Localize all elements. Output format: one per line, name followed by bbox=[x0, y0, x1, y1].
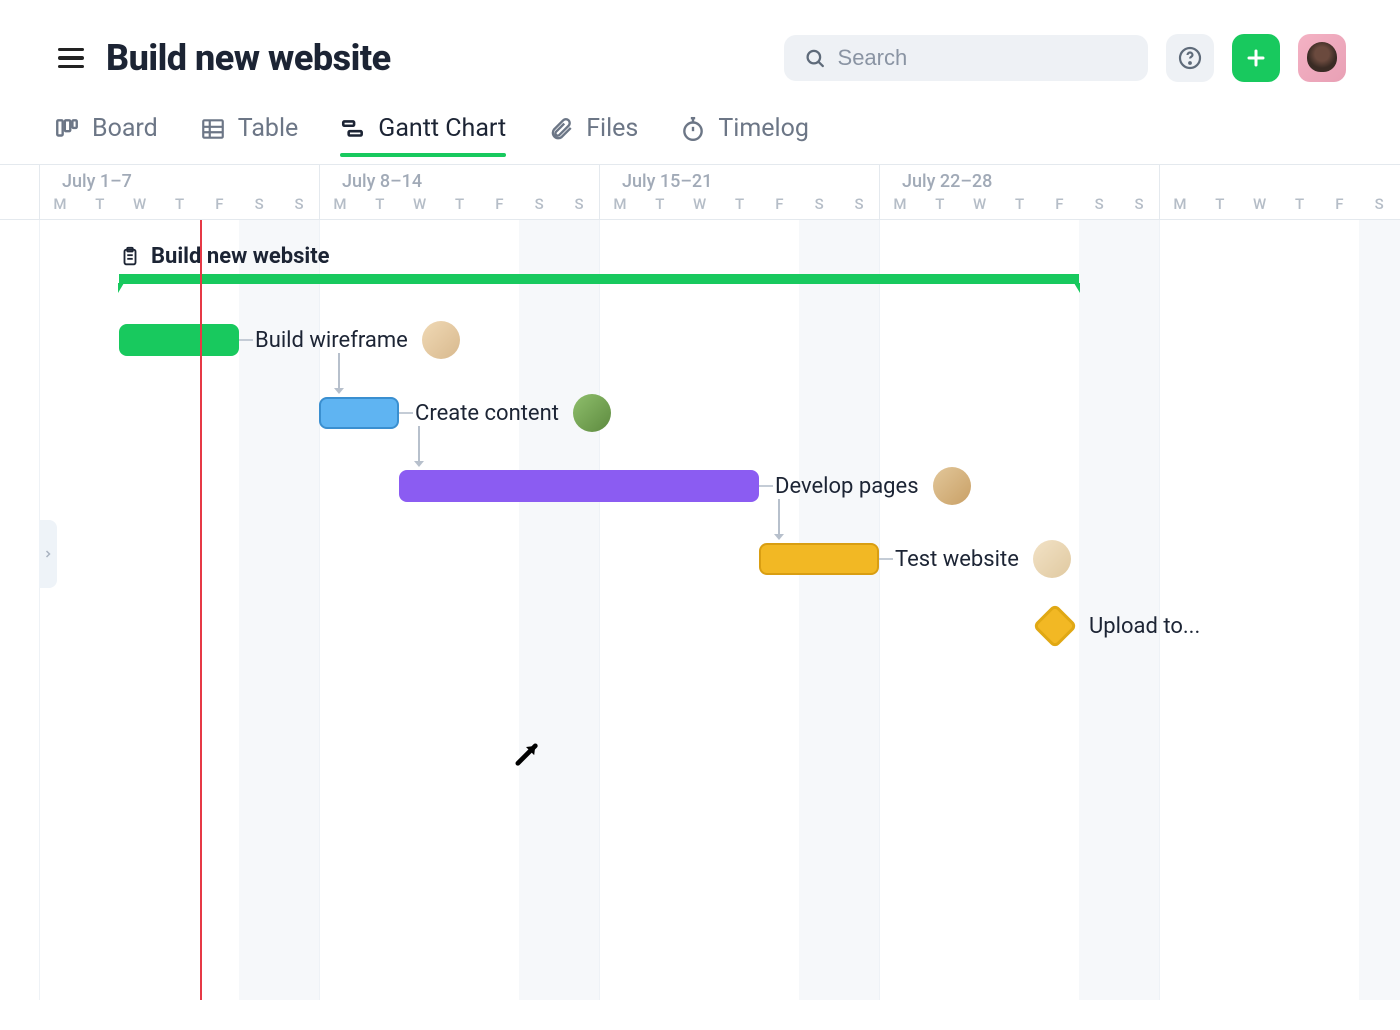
tab-timelog[interactable]: Timelog bbox=[680, 114, 809, 155]
day-label: S bbox=[839, 195, 879, 213]
dependency-arrow bbox=[413, 426, 425, 467]
day-label: W bbox=[400, 195, 440, 213]
tab-label: Table bbox=[238, 114, 299, 143]
day-label: S bbox=[1359, 195, 1399, 213]
day-label: T bbox=[160, 195, 200, 213]
table-icon bbox=[200, 116, 226, 142]
help-button[interactable] bbox=[1166, 34, 1214, 82]
week-label: July 22–28 bbox=[902, 171, 992, 192]
day-label: M bbox=[320, 195, 360, 213]
clipboard-icon bbox=[119, 246, 141, 268]
milestone-upload[interactable]: Upload to... bbox=[1039, 610, 1200, 642]
task-wireframe[interactable]: Build wireframe bbox=[119, 321, 460, 359]
search-box[interactable] bbox=[784, 35, 1148, 81]
day-label: W bbox=[120, 195, 160, 213]
gantt-body[interactable]: Build new website Build wireframe Create c… bbox=[0, 220, 1400, 1000]
day-label: T bbox=[440, 195, 480, 213]
page-title: Build new website bbox=[106, 37, 391, 79]
chevron-right-icon bbox=[42, 548, 54, 560]
day-label: T bbox=[1200, 195, 1240, 213]
dependency-arrow bbox=[773, 499, 785, 540]
week-label: July 15–21 bbox=[622, 171, 712, 192]
task-develop[interactable]: Develop pages bbox=[399, 467, 971, 505]
day-label: T bbox=[360, 195, 400, 213]
day-label: M bbox=[1160, 195, 1200, 213]
milestone-label: Upload to... bbox=[1089, 614, 1200, 639]
assignee-avatar[interactable] bbox=[573, 394, 611, 432]
tab-label: Board bbox=[92, 114, 158, 143]
paperclip-icon bbox=[548, 116, 574, 142]
day-label: F bbox=[759, 195, 799, 213]
assignee-avatar[interactable] bbox=[1033, 540, 1071, 578]
day-label: M bbox=[880, 195, 920, 213]
tab-files[interactable]: Files bbox=[548, 114, 638, 155]
task-label: Build wireframe bbox=[255, 328, 408, 353]
expand-sidebar-button[interactable] bbox=[39, 520, 57, 588]
help-icon bbox=[1178, 46, 1202, 70]
day-label: S bbox=[239, 195, 279, 213]
day-label: S bbox=[279, 195, 319, 213]
assignee-avatar[interactable] bbox=[933, 467, 971, 505]
header-right bbox=[784, 34, 1346, 82]
day-label: S bbox=[799, 195, 839, 213]
add-button[interactable] bbox=[1232, 34, 1280, 82]
search-input[interactable] bbox=[838, 45, 1128, 71]
cursor-icon bbox=[512, 740, 540, 768]
day-label: T bbox=[80, 195, 120, 213]
timeline-header: July 1–7MTWTFSSJuly 8–14MTWTFSSJuly 15–2… bbox=[0, 164, 1400, 220]
today-indicator bbox=[200, 220, 202, 1000]
day-label: F bbox=[1319, 195, 1359, 213]
task-label: Test website bbox=[895, 547, 1019, 572]
day-label: T bbox=[920, 195, 960, 213]
day-label: S bbox=[519, 195, 559, 213]
day-label: T bbox=[640, 195, 680, 213]
tabs: Board Table Gantt Chart Files Timelog bbox=[0, 82, 1400, 156]
tab-table[interactable]: Table bbox=[200, 114, 299, 155]
task-bar[interactable] bbox=[759, 543, 879, 575]
gantt-icon bbox=[340, 116, 366, 142]
day-label: T bbox=[1000, 195, 1040, 213]
milestone-diamond[interactable] bbox=[1032, 603, 1077, 648]
day-label: F bbox=[1039, 195, 1079, 213]
day-label: F bbox=[479, 195, 519, 213]
project-name: Build new website bbox=[151, 244, 330, 269]
day-label: T bbox=[1280, 195, 1320, 213]
board-icon bbox=[54, 116, 80, 142]
dependency-arrow bbox=[333, 353, 345, 394]
day-label: T bbox=[720, 195, 760, 213]
task-content[interactable]: Create content bbox=[319, 394, 611, 432]
day-label: W bbox=[960, 195, 1000, 213]
task-bar[interactable] bbox=[399, 470, 759, 502]
header: Build new website bbox=[0, 0, 1400, 82]
user-avatar[interactable] bbox=[1298, 34, 1346, 82]
task-label: Create content bbox=[415, 401, 559, 426]
tab-label: Files bbox=[586, 114, 638, 143]
stopwatch-icon bbox=[680, 116, 706, 142]
week-label: July 8–14 bbox=[342, 171, 422, 192]
day-label: S bbox=[1079, 195, 1119, 213]
day-label: M bbox=[600, 195, 640, 213]
day-label: S bbox=[559, 195, 599, 213]
search-icon bbox=[804, 46, 826, 70]
menu-icon[interactable] bbox=[54, 44, 88, 73]
tab-board[interactable]: Board bbox=[54, 114, 158, 155]
task-label: Develop pages bbox=[775, 474, 919, 499]
day-label: M bbox=[40, 195, 80, 213]
project-row[interactable]: Build new website bbox=[119, 244, 330, 269]
day-label: F bbox=[199, 195, 239, 213]
day-label: W bbox=[1240, 195, 1280, 213]
task-bar[interactable] bbox=[319, 397, 399, 429]
tab-label: Timelog bbox=[718, 114, 809, 143]
project-summary-bar[interactable] bbox=[119, 274, 1079, 284]
day-label: S bbox=[1119, 195, 1159, 213]
gantt-chart: July 1–7MTWTFSSJuly 8–14MTWTFSSJuly 15–2… bbox=[0, 164, 1400, 1000]
plus-icon bbox=[1244, 46, 1268, 70]
day-label: W bbox=[680, 195, 720, 213]
task-test[interactable]: Test website bbox=[759, 540, 1071, 578]
tab-label: Gantt Chart bbox=[378, 114, 506, 143]
task-bar[interactable] bbox=[119, 324, 239, 356]
week-label: July 1–7 bbox=[62, 171, 132, 192]
tab-gantt[interactable]: Gantt Chart bbox=[340, 114, 506, 155]
assignee-avatar[interactable] bbox=[422, 321, 460, 359]
